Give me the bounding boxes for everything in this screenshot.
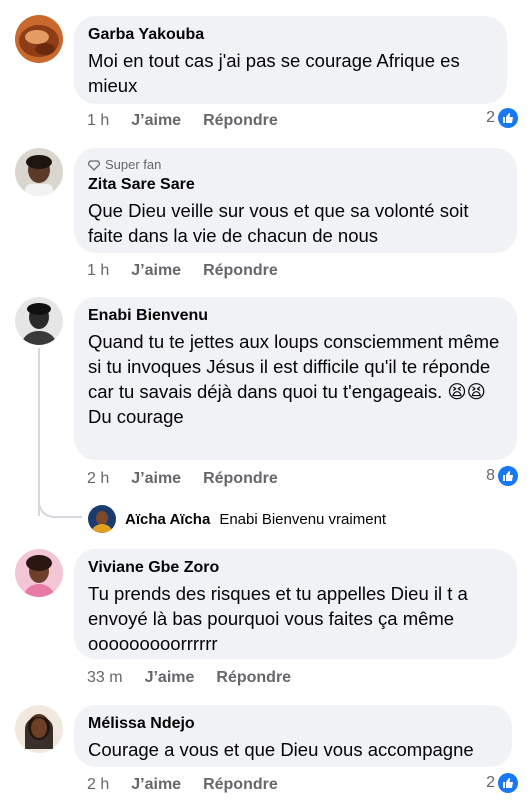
- reaction-count-label: 2: [486, 774, 495, 791]
- avatar[interactable]: [15, 705, 63, 753]
- reply-preview[interactable]: Aïcha Aïcha Enabi Bienvenu vraiment: [88, 505, 386, 533]
- avatar[interactable]: [15, 148, 63, 196]
- reply-button[interactable]: Répondre: [203, 261, 278, 281]
- reply-button[interactable]: Répondre: [203, 111, 278, 131]
- comment-time[interactable]: 1 h: [87, 111, 109, 131]
- comment-time[interactable]: 2 h: [87, 775, 109, 795]
- comment-time[interactable]: 2 h: [87, 469, 109, 489]
- diamond-icon: [88, 159, 100, 171]
- reply-button[interactable]: Répondre: [216, 668, 291, 688]
- thread-connector: [38, 494, 82, 518]
- reply-button[interactable]: Répondre: [203, 469, 278, 489]
- reaction-count-label: 8: [486, 467, 495, 484]
- comment-author[interactable]: Mélissa Ndejo: [88, 714, 498, 734]
- comment-author[interactable]: Garba Yakouba: [88, 25, 493, 45]
- comment-actions: 33 m J’aime Répondre: [87, 668, 291, 688]
- comment-bubble[interactable]: Super fan Zita Sare Sare Que Dieu veille…: [74, 148, 517, 253]
- comment-author[interactable]: Enabi Bienvenu: [88, 306, 503, 326]
- comment-text: Tu prends des risques et tu appelles Die…: [88, 583, 468, 654]
- comment-author[interactable]: Zita Sare Sare: [88, 175, 503, 195]
- badge-label: Super fan: [105, 157, 162, 172]
- comment-actions: 1 h J’aime Répondre: [87, 111, 278, 131]
- reaction-count[interactable]: 2: [486, 108, 518, 128]
- super-fan-badge: Super fan: [88, 157, 503, 173]
- reaction-count-label: 2: [486, 109, 495, 126]
- comment-bubble[interactable]: Garba Yakouba Moi en tout cas j'ai pas s…: [74, 16, 507, 104]
- thumbs-up-icon: [498, 466, 518, 486]
- thumbs-up-icon: [498, 108, 518, 128]
- avatar[interactable]: [15, 15, 63, 63]
- reply-author[interactable]: Aïcha Aïcha: [125, 511, 210, 528]
- comment-text-line2: Du courage: [88, 406, 184, 427]
- comment-actions: 2 h J’aime Répondre: [87, 469, 278, 489]
- comment-actions: 2 h J’aime Répondre: [87, 775, 278, 795]
- reply-text: Enabi Bienvenu vraiment: [219, 510, 387, 528]
- avatar[interactable]: [15, 297, 63, 345]
- comment-bubble[interactable]: Enabi Bienvenu Quand tu te jettes aux lo…: [74, 297, 517, 460]
- thread-line: [38, 348, 40, 516]
- like-button[interactable]: J’aime: [131, 775, 181, 795]
- reaction-count[interactable]: 8: [486, 466, 518, 486]
- comment-text: Moi en tout cas j'ai pas se courage Afri…: [88, 50, 460, 96]
- like-button[interactable]: J’aime: [145, 668, 195, 688]
- comment-time[interactable]: 33 m: [87, 668, 123, 688]
- comment-text: Quand tu te jettes aux loups consciemmen…: [88, 331, 500, 402]
- like-button[interactable]: J’aime: [131, 469, 181, 489]
- reply-avatar: [88, 505, 116, 533]
- like-button[interactable]: J’aime: [131, 111, 181, 131]
- comment-author[interactable]: Viviane Gbe Zoro: [88, 558, 503, 578]
- comment-bubble[interactable]: Mélissa Ndejo Courage a vous et que Dieu…: [74, 705, 512, 767]
- comment-actions: 1 h J’aime Répondre: [87, 261, 278, 281]
- comment-text: Courage a vous et que Dieu vous accompag…: [88, 739, 474, 760]
- thumbs-up-icon: [498, 773, 518, 793]
- like-button[interactable]: J’aime: [131, 261, 181, 281]
- comment-time[interactable]: 1 h: [87, 261, 109, 281]
- comment-text: Que Dieu veille sur vous et que sa volon…: [88, 200, 469, 246]
- reply-button[interactable]: Répondre: [203, 775, 278, 795]
- reaction-count[interactable]: 2: [486, 773, 518, 793]
- avatar[interactable]: [15, 549, 63, 597]
- comment-bubble[interactable]: Viviane Gbe Zoro Tu prends des risques e…: [74, 549, 517, 659]
